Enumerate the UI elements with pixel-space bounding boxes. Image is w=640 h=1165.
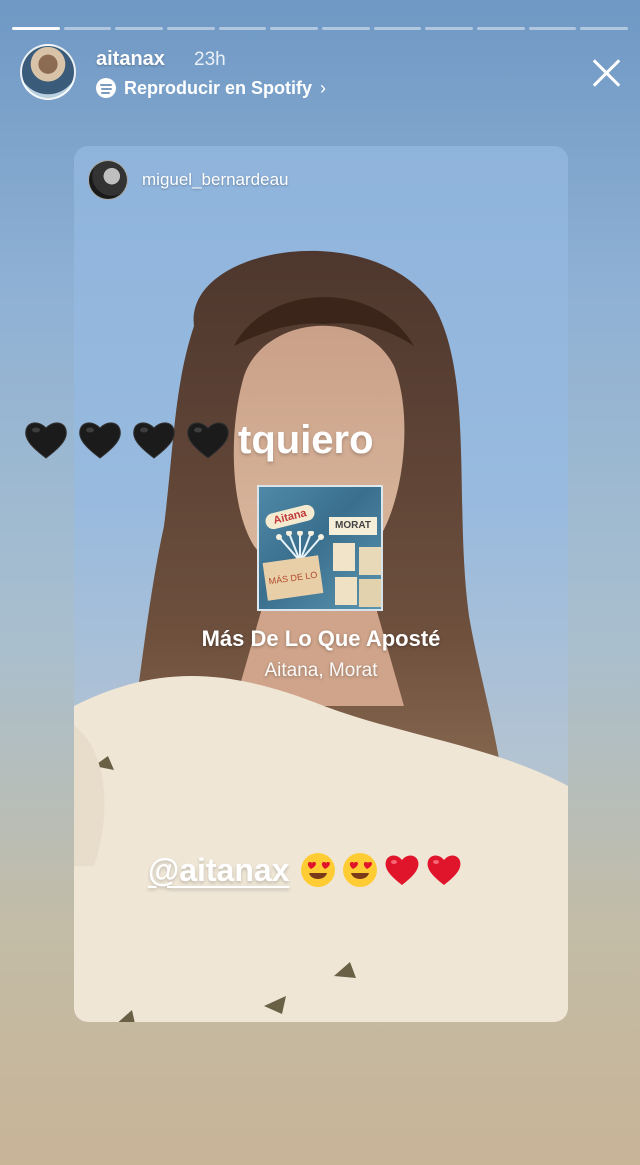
album-tag-left: Aitana <box>263 503 317 531</box>
spotify-icon <box>96 78 116 98</box>
spotify-link-label: Reproducir en Spotify <box>124 77 313 98</box>
progress-segment <box>270 27 319 30</box>
red-heart-icon <box>386 855 419 885</box>
progress-segment <box>63 27 112 30</box>
progress-segment <box>115 27 164 30</box>
album-tag-right: MORAT <box>329 517 377 535</box>
chevron-right-icon: › <box>320 77 327 98</box>
progress-segment <box>580 27 629 30</box>
story-header: aitanax 23h Reproducir en Spotify › <box>20 44 620 102</box>
album-photos <box>333 543 381 607</box>
caption-text: tquiero <box>238 417 374 462</box>
black-heart-icon <box>79 422 121 459</box>
story-progress-bar <box>12 27 629 30</box>
spotify-link[interactable]: Reproducir en Spotify › <box>96 77 326 99</box>
progress-segment <box>425 27 474 30</box>
card-author-username: miguel_bernardeau <box>142 170 289 189</box>
mention-text[interactable]: @aitanax <box>148 852 289 889</box>
progress-segment <box>12 27 60 30</box>
card-author[interactable]: miguel_bernardeau <box>88 160 289 200</box>
album-cover[interactable]: Aitana MORAT MÁS DE LO QUE APOSTÉ <box>257 485 383 611</box>
progress-segment <box>373 27 422 30</box>
song-artist: Aitana, Morat <box>264 660 378 681</box>
heart-eyes-emoji-icon <box>343 853 378 887</box>
username[interactable]: aitanax <box>96 48 165 71</box>
card-author-avatar <box>88 160 128 200</box>
heart-eyes-emoji-icon <box>301 853 336 887</box>
black-heart-icon <box>133 422 175 459</box>
close-icon[interactable] <box>590 55 624 89</box>
red-heart-icon <box>428 855 461 885</box>
post-time: 23h <box>194 49 226 70</box>
black-heart-icon <box>25 422 67 459</box>
progress-segment <box>322 27 370 30</box>
progress-segment <box>528 27 577 30</box>
album-fan-graphic <box>276 531 324 561</box>
song-title[interactable]: Más De Lo Que Aposté <box>74 626 568 652</box>
album-ticket: MÁS DE LO QUE APOSTÉ <box>262 555 324 601</box>
progress-segment <box>218 27 267 30</box>
progress-segment <box>167 27 215 30</box>
avatar[interactable] <box>20 44 76 100</box>
text-sticker: tquiero <box>22 414 374 466</box>
black-heart-icon <box>187 422 229 459</box>
story-viewer[interactable]: aitanax 23h Reproducir en Spotify › migu… <box>0 0 640 1165</box>
mention-sticker[interactable]: @aitanax <box>148 848 467 892</box>
progress-segment <box>477 27 525 30</box>
